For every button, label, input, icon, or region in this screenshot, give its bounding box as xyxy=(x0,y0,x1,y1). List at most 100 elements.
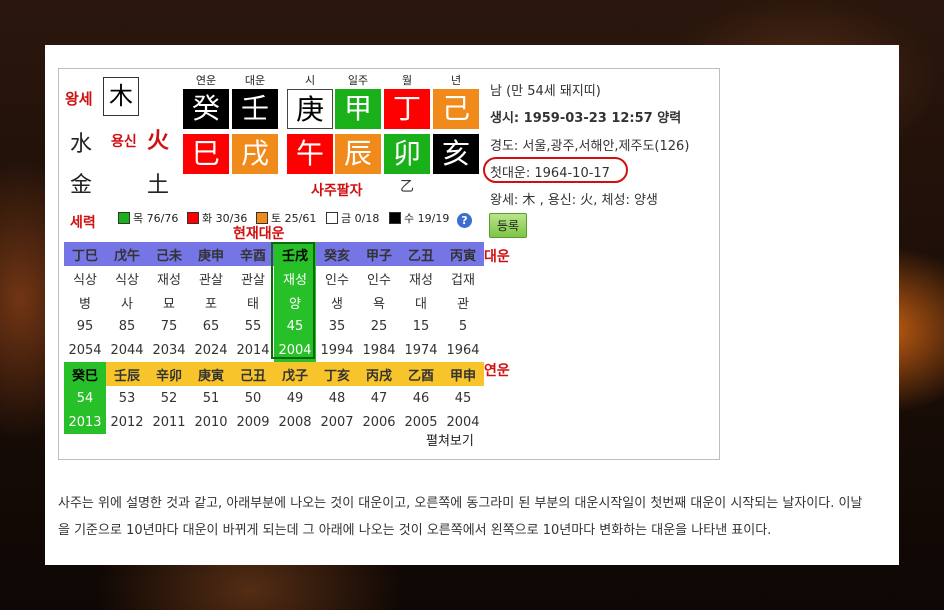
daeun-pillar[interactable]: 乙丑 xyxy=(400,242,442,266)
sipsin-cell: 인수 xyxy=(325,272,349,288)
water-swatch xyxy=(389,212,401,224)
daeun-pillar[interactable]: 戊午 xyxy=(106,242,148,266)
daeun-pillar[interactable]: 庚申 xyxy=(190,242,232,266)
sipsin-cell: 식상 xyxy=(73,272,97,288)
daeun-pillar[interactable]: 己未 xyxy=(148,242,190,266)
year-cell: 1964 xyxy=(446,342,480,358)
age-cell: 85 xyxy=(118,318,136,334)
pillar-top-si: 庚 xyxy=(287,89,333,129)
saju-label: 사주팔자 xyxy=(311,183,363,199)
description-paragraph: 사주는 위에 설명한 것과 같고, 아래부분에 나오는 것이 대운이고, 오른쪽… xyxy=(58,496,863,538)
info-gender-age: 남 (만 54세 돼지띠) xyxy=(490,84,601,99)
yeonun-age-cell: 52 xyxy=(160,390,178,406)
expand-link[interactable]: 펼쳐보기 xyxy=(426,430,474,449)
pillar-top-nyeon: 己 xyxy=(433,89,479,129)
yeonun-age-cell: 46 xyxy=(412,390,430,406)
yeonun-year-cell: 2011 xyxy=(152,414,186,430)
yeonun-year-row: 2013 2012 2011 2010 2009 2008 2007 2006 … xyxy=(64,410,484,434)
header-yeonun: 연운 xyxy=(195,74,217,87)
element-water: 水 xyxy=(70,132,93,157)
pillar-bottom-nyeon: 亥 xyxy=(433,134,479,174)
legend-title: 세력 xyxy=(70,215,96,231)
yeonun-pillar[interactable]: 丙戌 xyxy=(358,362,400,386)
daeun-stage-row: 병 사 묘 포 태 양 생 욕 대 관 xyxy=(64,290,484,314)
yeonun-pillar-row: 癸巳 壬辰 辛卯 庚寅 己丑 戊子 丁亥 丙戌 乙酉 甲申 xyxy=(64,362,484,386)
daeun-age-row: 95 85 75 65 55 45 35 25 15 5 xyxy=(64,314,484,338)
year-cell: 1974 xyxy=(404,342,438,358)
yeonun-year-cell: 2009 xyxy=(236,414,270,430)
yeonun-pillar[interactable]: 己丑 xyxy=(232,362,274,386)
yeonun-age-cell: 45 xyxy=(454,390,472,406)
yeonun-age-cell: 48 xyxy=(328,390,346,406)
element-metal: 金 xyxy=(70,173,93,198)
pillar-bottom-daeun: 戌 xyxy=(232,134,278,174)
year-cell: 2004 xyxy=(274,338,316,362)
daeun-side-label: 대운 xyxy=(484,249,510,265)
header-wol: 월 xyxy=(401,74,413,87)
info-birth: 생시: 1959-03-23 12:57 양력 xyxy=(490,111,682,126)
daeun-table: 丁巳 戊午 己未 庚申 辛酉 壬戌 癸亥 甲子 乙丑 丙寅 식상 식상 재성 관… xyxy=(64,242,484,434)
legend-wood-label: 목 76/76 xyxy=(133,212,179,225)
sipsin-cell: 겁재 xyxy=(451,272,475,288)
sipsin-cell: 재성 xyxy=(409,272,433,288)
daeun-pillar[interactable]: 癸亥 xyxy=(316,242,358,266)
yeonun-age-cell: 47 xyxy=(370,390,388,406)
year-cell: 1984 xyxy=(362,342,396,358)
legend-water: 수 19/19 xyxy=(389,210,449,226)
daeun-pillar-current[interactable]: 壬戌 xyxy=(274,242,316,266)
pillar-top-ilju: 甲 xyxy=(335,89,381,129)
yeonun-pillar[interactable]: 乙酉 xyxy=(400,362,442,386)
legend-metal-label: 금 0/18 xyxy=(341,212,380,225)
stage-cell: 병 xyxy=(79,296,91,312)
yeonun-age-cell: 51 xyxy=(202,390,220,406)
stage-cell: 생 xyxy=(331,296,343,312)
header-nyeon: 년 xyxy=(450,74,462,87)
daeun-pillar[interactable]: 甲子 xyxy=(358,242,400,266)
daeun-pillar[interactable]: 辛酉 xyxy=(232,242,274,266)
yeonun-pillar[interactable]: 壬辰 xyxy=(106,362,148,386)
yeonun-year-cell: 2006 xyxy=(362,414,396,430)
legend-water-label: 수 19/19 xyxy=(404,212,450,225)
sipsin-cell: 재성 xyxy=(274,266,316,290)
yeonun-pillar[interactable]: 戊子 xyxy=(274,362,316,386)
wangse-label: 왕세 xyxy=(65,90,93,108)
info-summary: 왕세: 木 , 용신: 火, 체성: 양생 xyxy=(490,193,658,208)
yeonun-age-cell: 49 xyxy=(286,390,304,406)
yeonun-pillar[interactable]: 辛卯 xyxy=(148,362,190,386)
stage-cell: 태 xyxy=(247,296,259,312)
yongsin-label: 용신 xyxy=(111,134,137,150)
daeun-pillar-row: 丁巳 戊午 己未 庚申 辛酉 壬戌 癸亥 甲子 乙丑 丙寅 xyxy=(64,242,484,266)
stage-cell: 사 xyxy=(121,296,133,312)
yeonun-age-row: 54 53 52 51 50 49 48 47 46 45 xyxy=(64,386,484,410)
register-button[interactable]: 등록 xyxy=(489,213,527,238)
wood-swatch xyxy=(118,212,130,224)
yeonun-pillar[interactable]: 庚寅 xyxy=(190,362,232,386)
stage-cell: 포 xyxy=(205,296,217,312)
help-icon[interactable]: ? xyxy=(457,213,472,228)
age-cell: 45 xyxy=(274,314,316,338)
pillar-bottom-ilju: 辰 xyxy=(335,134,381,174)
year-cell: 2044 xyxy=(110,342,144,358)
header-si: 시 xyxy=(304,74,316,87)
header-ilju: 일주 xyxy=(347,74,369,87)
sipsin-cell: 관살 xyxy=(199,272,223,288)
stage-cell: 관 xyxy=(457,296,469,312)
element-earth: 土 xyxy=(147,173,170,198)
daeun-year-row: 2054 2044 2034 2024 2014 2004 1994 1984 … xyxy=(64,338,484,362)
year-cell: 1994 xyxy=(320,342,354,358)
yeonun-pillar[interactable]: 丁亥 xyxy=(316,362,358,386)
yeonun-pillar[interactable]: 甲申 xyxy=(442,362,484,386)
stage-cell: 욕 xyxy=(373,296,385,312)
fire-swatch xyxy=(187,212,199,224)
yeonun-pillar-current[interactable]: 癸巳 xyxy=(64,362,106,386)
yeonun-year-cell: 2008 xyxy=(278,414,312,430)
yeonun-year-cell: 2013 xyxy=(64,410,106,434)
yeonun-year-cell: 2012 xyxy=(110,414,144,430)
age-cell: 25 xyxy=(370,318,388,334)
daeun-pillar[interactable]: 丁巳 xyxy=(64,242,106,266)
sipsin-cell: 식상 xyxy=(115,272,139,288)
yeonun-side-label: 연운 xyxy=(484,363,510,379)
stage-cell: 묘 xyxy=(163,296,175,312)
daeun-pillar[interactable]: 丙寅 xyxy=(442,242,484,266)
age-cell: 55 xyxy=(244,318,262,334)
